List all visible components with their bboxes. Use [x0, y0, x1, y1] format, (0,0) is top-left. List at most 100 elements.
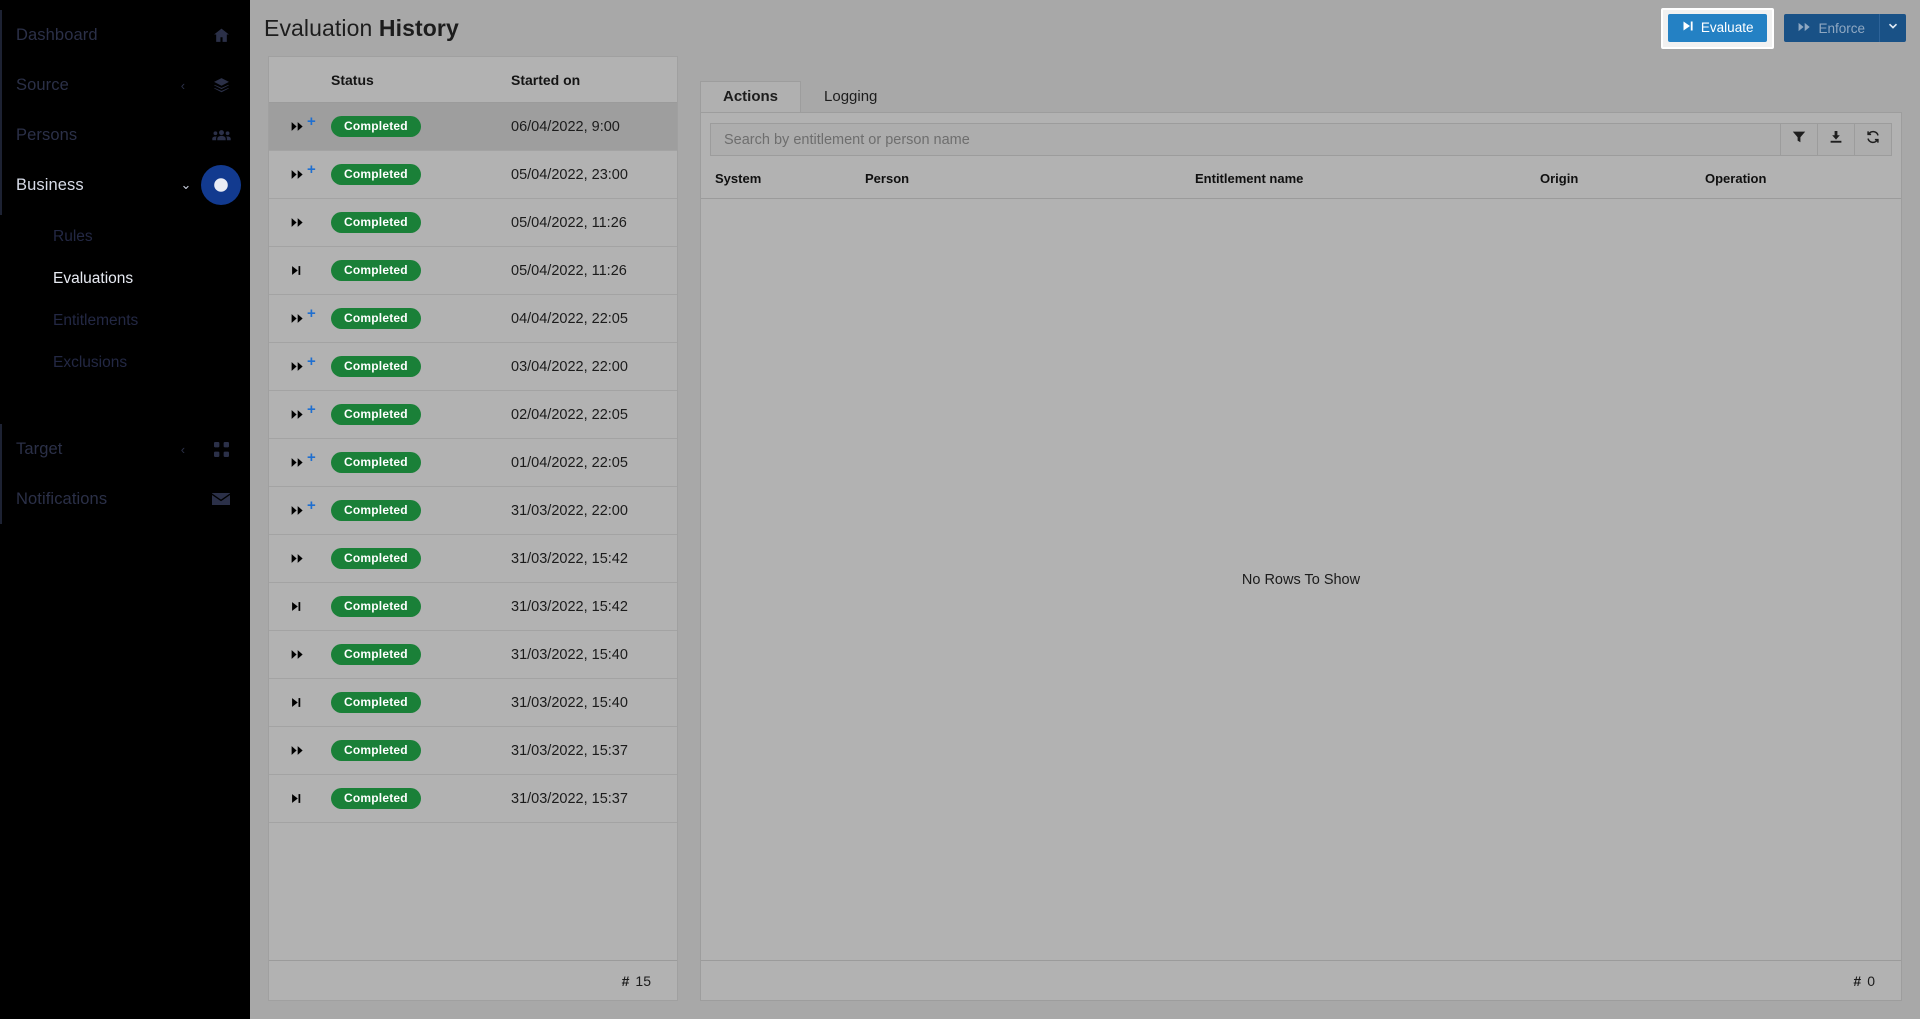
row-icon-cell: [269, 745, 331, 756]
row-started-on-cell: 31/03/2022, 15:37: [511, 742, 628, 759]
table-row[interactable]: Completed 31/03/2022, 15:40: [269, 631, 677, 679]
table-row[interactable]: + Completed 01/04/2022, 22:05: [269, 439, 677, 487]
search-input[interactable]: [711, 124, 1780, 155]
empty-state-message: No Rows To Show: [1241, 571, 1361, 588]
fast-forward-icon: [1798, 21, 1811, 36]
enforce-split-button: Enforce: [1784, 14, 1906, 42]
table-row[interactable]: Completed 31/03/2022, 15:42: [269, 535, 677, 583]
sidebar-item-notifications[interactable]: Notifications: [0, 474, 250, 524]
sidebar-item-label: Persons: [16, 125, 78, 144]
fast-forward-icon: [291, 649, 304, 660]
enforce-dropdown-toggle[interactable]: [1879, 14, 1906, 42]
row-started-on-cell: 04/04/2022, 22:05: [511, 310, 628, 327]
sidebar-item-source[interactable]: Source ‹: [0, 60, 250, 110]
status-badge: Completed: [331, 596, 421, 617]
sidebar-subitem-entitlements[interactable]: Entitlements: [0, 300, 250, 342]
fast-forward-icon: [291, 169, 304, 180]
table-row[interactable]: Completed 31/03/2022, 15:37: [269, 775, 677, 823]
plus-icon: +: [307, 161, 316, 178]
refresh-button[interactable]: [1855, 123, 1892, 156]
row-started-on-cell: 03/04/2022, 22:00: [511, 358, 628, 375]
row-icon-cell: [269, 649, 331, 660]
row-icon-cell: [269, 793, 331, 804]
grid-column-header[interactable]: System: [715, 171, 865, 186]
status-badge: Completed: [331, 548, 421, 569]
tab-logging[interactable]: Logging: [801, 81, 900, 112]
fast-forward-icon: [291, 505, 304, 516]
tab-actions[interactable]: Actions: [700, 81, 802, 112]
list-body: + Completed 06/04/2022, 9:00 + Completed 05/0…: [269, 103, 677, 960]
table-row[interactable]: + Completed 04/04/2022, 22:05: [269, 295, 677, 343]
plus-icon: +: [307, 353, 316, 370]
row-status-cell: Completed: [331, 500, 511, 521]
filter-icon: [1792, 130, 1806, 149]
page-title-bold: History: [378, 14, 459, 41]
grid-column-header[interactable]: Operation: [1705, 171, 1865, 186]
plus-icon: +: [307, 113, 316, 130]
row-started-on-cell: 05/04/2022, 11:26: [511, 214, 627, 231]
grid-body: No Rows To Show: [701, 199, 1901, 960]
evaluate-button[interactable]: Evaluate: [1667, 13, 1768, 42]
row-icon-cell: +: [269, 450, 331, 470]
sidebar-item-business[interactable]: Business ⌄: [0, 160, 250, 210]
grid-column-header[interactable]: Origin: [1540, 171, 1705, 186]
row-icon-cell: [269, 217, 331, 228]
row-started-on-cell: 31/03/2022, 15:37: [511, 790, 628, 807]
row-started-on-cell: 31/03/2022, 15:40: [511, 646, 628, 663]
content-area: Status Started on + Completed 06/04/2022, …: [250, 56, 1920, 1009]
table-row[interactable]: + Completed 03/04/2022, 22:00: [269, 343, 677, 391]
table-row[interactable]: Completed 31/03/2022, 15:40: [269, 679, 677, 727]
row-icon-cell: +: [269, 114, 331, 134]
sidebar-item-persons[interactable]: Persons: [0, 110, 250, 160]
skip-end-icon: [1682, 20, 1694, 35]
table-row[interactable]: + Completed 05/04/2022, 23:00: [269, 151, 677, 199]
table-row[interactable]: + Completed 31/03/2022, 22:00: [269, 487, 677, 535]
refresh-icon: [1866, 130, 1880, 149]
row-status-cell: Completed: [331, 452, 511, 473]
row-status-cell: Completed: [331, 644, 511, 665]
sidebar-item-label: Dashboard: [16, 25, 98, 44]
status-badge: Completed: [331, 692, 421, 713]
sidebar: Dashboard Source ‹ Persons Business ⌄ Ru…: [0, 0, 250, 1019]
skip-end-icon: [291, 793, 302, 804]
sidebar-item-dashboard[interactable]: Dashboard: [0, 10, 250, 60]
sidebar-secondary-group: Target ‹ Notifications: [0, 424, 250, 524]
sidebar-subitem-exclusions[interactable]: Exclusions: [0, 342, 250, 384]
detail-tabs: Actions Logging: [700, 78, 1902, 112]
grid-column-header[interactable]: Entitlement name: [1195, 171, 1540, 186]
status-badge: Completed: [331, 500, 421, 521]
table-row[interactable]: + Completed 06/04/2022, 9:00: [269, 103, 677, 151]
filter-button[interactable]: [1781, 123, 1818, 156]
table-row[interactable]: Completed 31/03/2022, 15:37: [269, 727, 677, 775]
table-row[interactable]: Completed 05/04/2022, 11:26: [269, 247, 677, 295]
row-icon-cell: +: [269, 498, 331, 518]
table-row[interactable]: Completed 31/03/2022, 15:42: [269, 583, 677, 631]
sidebar-subitem-rules[interactable]: Rules: [0, 216, 250, 258]
fast-forward-icon: [291, 361, 304, 372]
search-field-wrapper: [710, 123, 1781, 156]
status-badge: Completed: [331, 116, 421, 137]
download-button[interactable]: [1818, 123, 1855, 156]
row-started-on-cell: 06/04/2022, 9:00: [511, 118, 620, 135]
main-area: Evaluation History Evaluate Enforce Stat…: [250, 0, 1920, 1019]
table-row[interactable]: + Completed 02/04/2022, 22:05: [269, 391, 677, 439]
row-icon-cell: +: [269, 162, 331, 182]
grid-column-header[interactable]: Person: [865, 171, 1195, 186]
row-status-cell: Completed: [331, 260, 511, 281]
table-row[interactable]: Completed 05/04/2022, 11:26: [269, 199, 677, 247]
status-badge: Completed: [331, 788, 421, 809]
sidebar-item-target[interactable]: Target ‹: [0, 424, 250, 474]
row-status-cell: Completed: [331, 356, 511, 377]
list-header-status: Status: [331, 71, 374, 88]
sidebar-item-label: Target: [16, 439, 63, 458]
list-header-row: Status Started on: [269, 57, 677, 103]
hash-symbol: #: [1853, 972, 1862, 989]
row-status-cell: Completed: [331, 164, 511, 185]
actions-toolbar: [701, 113, 1901, 159]
row-status-cell: Completed: [331, 692, 511, 713]
home-icon: [198, 12, 244, 58]
enforce-button[interactable]: Enforce: [1784, 14, 1879, 42]
sidebar-subitem-evaluations[interactable]: Evaluations: [0, 258, 250, 300]
row-icon-cell: [269, 601, 331, 612]
fast-forward-icon: [291, 217, 304, 228]
